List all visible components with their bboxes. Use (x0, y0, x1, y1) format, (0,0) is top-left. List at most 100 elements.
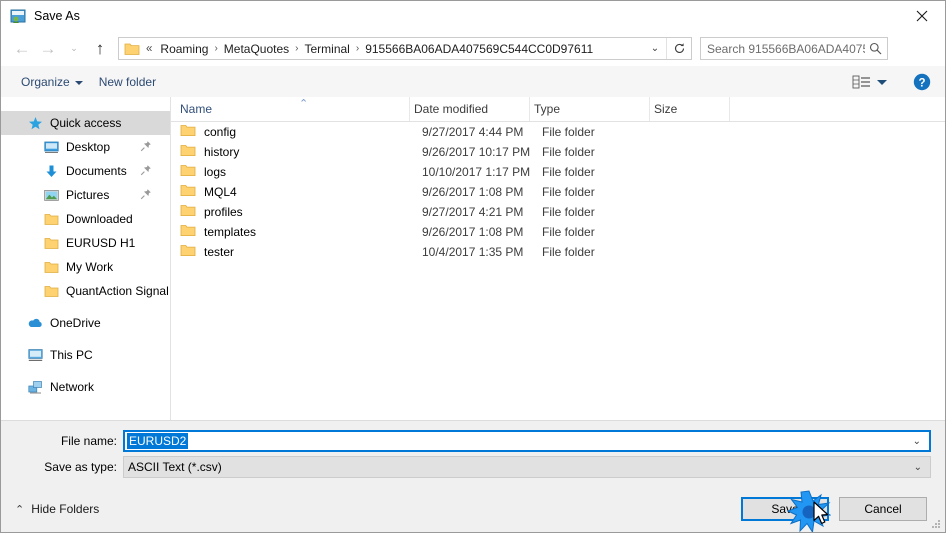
column-header-type[interactable]: Type (530, 97, 650, 121)
folder-icon (180, 144, 196, 160)
sidebar-item-onedrive[interactable]: OneDrive (1, 311, 170, 335)
organize-button[interactable]: Organize (13, 71, 91, 93)
sidebar-item-documents[interactable]: Documents (1, 159, 170, 183)
sidebar-item-pictures[interactable]: Pictures (1, 183, 170, 207)
column-header-name[interactable]: Name ⌃ (171, 97, 410, 121)
refresh-button[interactable] (666, 38, 691, 59)
breadcrumb-overflow[interactable]: « (142, 43, 156, 55)
file-type: File folder (542, 205, 595, 219)
save-as-type-label: Save as type: (44, 460, 117, 474)
sidebar-item-downloaded[interactable]: Downloaded (1, 207, 170, 231)
folder-icon (180, 164, 196, 180)
monitor-icon (43, 139, 59, 155)
help-button[interactable]: ? (913, 73, 931, 91)
network-icon (27, 379, 43, 395)
picture-icon (43, 187, 59, 203)
table-row[interactable]: MQL4 9/26/2017 1:08 PM File folder (171, 182, 945, 202)
sidebar-item-my-work[interactable]: My Work (1, 255, 170, 279)
column-header-date-modified[interactable]: Date modified (410, 97, 530, 121)
save-button[interactable]: Save (741, 497, 829, 521)
view-chevron-down-icon[interactable] (877, 80, 887, 85)
navigation-bar: ← → ⌄ ↑ « Roaming › MetaQuotes › Termina… (1, 31, 945, 66)
table-row[interactable]: tester 10/4/2017 1:35 PM File folder (171, 242, 945, 262)
table-row[interactable]: logs 10/10/2017 1:17 PM File folder (171, 162, 945, 182)
breadcrumb-item-terminal[interactable]: Terminal (301, 40, 354, 58)
pin-icon[interactable] (140, 164, 152, 176)
pin-icon[interactable] (140, 140, 152, 152)
cloud-icon (27, 315, 43, 331)
title-bar: Save As (1, 1, 945, 31)
address-bar[interactable]: « Roaming › MetaQuotes › Terminal › 9155… (118, 37, 692, 60)
table-row[interactable]: config 9/27/2017 4:44 PM File folder (171, 122, 945, 142)
back-arrow-icon: ← (13, 39, 31, 58)
chevron-up-icon: ⌃ (15, 503, 25, 516)
file-name: history (204, 145, 240, 159)
recent-locations-button[interactable]: ⌄ (61, 36, 87, 62)
command-bar: Organize New folder ? (1, 66, 945, 98)
file-date: 9/26/2017 1:08 PM (422, 185, 524, 199)
folder-icon (43, 259, 59, 275)
pin-icon[interactable] (140, 188, 152, 200)
file-date: 9/26/2017 10:17 PM (422, 145, 531, 159)
sidebar-item-label: My Work (66, 260, 114, 274)
folder-icon (180, 224, 196, 240)
sidebar-item-desktop[interactable]: Desktop (1, 135, 170, 159)
table-row[interactable]: profiles 9/27/2017 4:21 PM File folder (171, 202, 945, 222)
close-button[interactable] (899, 1, 945, 31)
file-date: 10/10/2017 1:17 PM (422, 165, 531, 179)
navigation-sidebar[interactable]: Quick access Desktop Documents Pictures … (1, 97, 171, 420)
sidebar-item-this-pc[interactable]: This PC (1, 343, 170, 367)
cancel-button-label: Cancel (864, 502, 902, 516)
file-name-row: File name: EURUSD2 ⌄ (1, 430, 931, 452)
sidebar-item-label: Quick access (50, 116, 122, 130)
sidebar-item-network[interactable]: Network (1, 375, 170, 399)
cancel-button[interactable]: Cancel (839, 497, 927, 521)
sidebar-item-eurusd-h1[interactable]: EURUSD H1 (1, 231, 170, 255)
folder-icon (180, 244, 196, 260)
chevron-down-icon[interactable]: ⌄ (913, 436, 921, 447)
address-dropdown-chevron-down-icon[interactable]: ⌄ (644, 43, 666, 54)
column-header-size[interactable]: Size (650, 97, 730, 121)
breadcrumb-item-guid[interactable]: 915566BA06ADA407569C544CC0D97611 (361, 40, 597, 58)
save-as-type-select[interactable]: ASCII Text (*.csv) ⌄ (123, 456, 931, 478)
search-input[interactable] (707, 41, 865, 56)
table-row[interactable]: history 9/26/2017 10:17 PM File folder (171, 142, 945, 162)
chevron-down-icon[interactable]: ⌄ (914, 462, 922, 473)
folder-icon (180, 204, 196, 220)
window-title: Save As (34, 9, 80, 23)
file-type: File folder (542, 165, 595, 179)
file-type: File folder (542, 145, 595, 159)
file-name-value: EURUSD2 (127, 433, 189, 449)
sidebar-item-label: This PC (50, 348, 93, 362)
breadcrumb-item-roaming[interactable]: Roaming (156, 40, 212, 58)
back-button[interactable]: ← (9, 36, 35, 62)
forward-button[interactable]: → (35, 36, 61, 62)
file-date: 9/27/2017 4:44 PM (422, 125, 524, 139)
close-icon (916, 10, 928, 22)
sidebar-item-quick-access[interactable]: Quick access (1, 111, 170, 135)
up-button[interactable]: ↑ (87, 36, 113, 62)
folder-icon (124, 42, 140, 56)
sidebar-item-quantaction-signal[interactable]: QuantAction Signal (1, 279, 170, 303)
folder-icon (43, 283, 59, 299)
file-name-label: File name: (60, 434, 117, 448)
sort-ascending-icon: ⌃ (299, 98, 309, 110)
file-date: 9/27/2017 4:21 PM (422, 205, 524, 219)
resize-grip-icon[interactable] (930, 518, 942, 530)
search-box[interactable] (700, 37, 888, 60)
file-name-input[interactable]: EURUSD2 ⌄ (123, 430, 931, 452)
save-as-type-row: Save as type: ASCII Text (*.csv) ⌄ (1, 456, 931, 478)
table-row[interactable]: templates 9/26/2017 1:08 PM File folder (171, 222, 945, 242)
breadcrumb-item-metaquotes[interactable]: MetaQuotes (220, 40, 293, 58)
forward-arrow-icon: → (39, 39, 57, 58)
sidebar-item-label: Downloaded (66, 212, 133, 226)
new-folder-button[interactable]: New folder (91, 71, 164, 93)
view-layout-icon[interactable] (851, 73, 873, 91)
hide-folders-button[interactable]: ⌃ Hide Folders (15, 502, 99, 516)
breadcrumb-separator: › (355, 43, 360, 54)
save-as-type-value: ASCII Text (*.csv) (128, 460, 222, 474)
svg-text:?: ? (918, 77, 925, 89)
folder-icon (180, 184, 196, 200)
